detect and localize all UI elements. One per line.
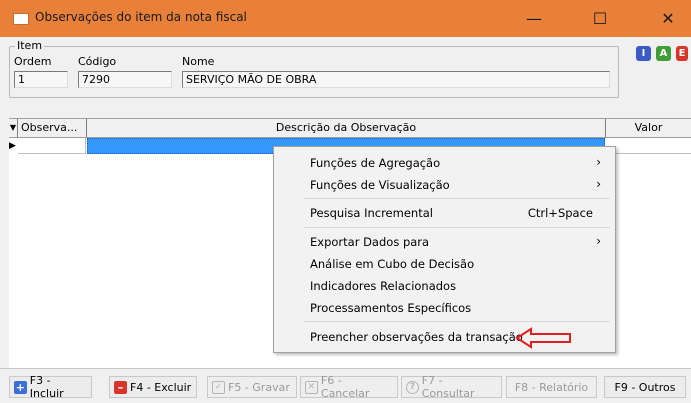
minimize-icon: — [526, 9, 542, 28]
pesquisa-shortcut: Ctrl+Space [527, 206, 593, 220]
excluir-label: F4 - Excluir [130, 380, 192, 394]
nome-label: Nome [182, 55, 215, 68]
relatorio-button[interactable]: F8 - Relatório [506, 376, 597, 398]
header-dropdown-icon[interactable]: ▼ [9, 119, 18, 138]
cell-valor[interactable] [606, 138, 691, 154]
menu-item-indicadores[interactable]: Indicadores Relacionados [310, 279, 456, 293]
cancelar-label: F6 - Cancelar [320, 374, 370, 400]
close-button[interactable]: ✕ [645, 0, 691, 37]
submenu-arrow-icon: › [596, 155, 601, 169]
incluir-button[interactable]: + F3 - Incluir [9, 374, 92, 400]
gravar-label: F5 - Gravar [228, 380, 290, 394]
grid-header: ▼ Observa... Descrição da Observação Val… [9, 119, 691, 138]
menu-item-preencher-observacoes[interactable]: Preencher observações da transação [310, 330, 523, 344]
col-header-observacao[interactable]: Observa... [18, 119, 87, 138]
gravar-button[interactable]: ✓ F5 - Gravar [207, 376, 297, 398]
menu-item-visualizacao[interactable]: Funções de Visualização [310, 178, 450, 192]
col-header-descricao[interactable]: Descrição da Observação [87, 119, 606, 138]
outros-label: F9 - Outros [614, 380, 676, 394]
plus-icon: + [14, 380, 27, 394]
window-icon [13, 13, 29, 25]
e-button[interactable]: E [676, 46, 688, 61]
menu-item-exportar[interactable]: Exportar Dados para [310, 235, 429, 249]
context-menu: Funções de Agregação › Funções de Visual… [273, 146, 616, 353]
codigo-label: Código [78, 55, 117, 68]
ordem-field[interactable]: 1 [14, 71, 68, 88]
row-indicator-icon: ▶ [9, 141, 16, 151]
relatorio-label: F8 - Relatório [514, 380, 589, 394]
menu-item-cubo-decisao[interactable]: Análise em Cubo de Decisão [310, 257, 474, 271]
a-button[interactable]: A [656, 46, 671, 61]
submenu-arrow-icon: › [596, 234, 601, 248]
excluir-button[interactable]: – F4 - Excluir [109, 376, 197, 398]
outros-button[interactable]: F9 - Outros [604, 376, 686, 398]
menu-item-pesquisa-incremental[interactable]: Pesquisa Incremental [310, 206, 433, 220]
consultar-label: F7 - Consultar [421, 374, 475, 400]
menu-item-processamentos[interactable]: Processamentos Específicos [310, 301, 471, 315]
help-icon: ? [406, 380, 419, 394]
info-button[interactable]: I [636, 46, 651, 61]
incluir-label: F3 - Incluir [29, 374, 64, 400]
red-arrow-icon [515, 327, 571, 349]
consultar-button[interactable]: ? F7 - Consultar [401, 374, 502, 400]
minimize-button[interactable]: — [511, 0, 557, 37]
maximize-button[interactable]: ☐ [577, 0, 623, 37]
nome-field[interactable]: SERVIÇO MÃO DE OBRA [182, 71, 610, 88]
title-bar: Observações do item da nota fiscal — ☐ ✕ [0, 0, 691, 37]
x-icon: ✕ [305, 380, 318, 394]
bottom-toolbar: + F3 - Incluir – F4 - Excluir ✓ F5 - Gra… [0, 368, 691, 403]
item-legend: Item [15, 39, 45, 52]
minus-icon: – [114, 380, 127, 394]
close-icon: ✕ [661, 9, 675, 28]
ordem-label: Ordem [14, 55, 52, 68]
maximize-icon: ☐ [592, 9, 608, 28]
menu-separator [304, 227, 610, 228]
item-groupbox: Item Ordem 1 Código 7290 Nome SERVIÇO MÃ… [9, 39, 619, 98]
cell-observacao[interactable] [18, 138, 86, 154]
submenu-arrow-icon: › [596, 177, 601, 191]
codigo-field[interactable]: 7290 [78, 71, 172, 88]
menu-separator [304, 198, 610, 199]
col-header-valor[interactable]: Valor [606, 119, 691, 138]
check-icon: ✓ [212, 380, 225, 394]
cancelar-button[interactable]: ✕ F6 - Cancelar [300, 374, 398, 400]
menu-item-agregacao[interactable]: Funções de Agregação [310, 156, 440, 170]
window-title: Observações do item da nota fiscal [35, 10, 247, 24]
menu-separator [304, 321, 610, 322]
